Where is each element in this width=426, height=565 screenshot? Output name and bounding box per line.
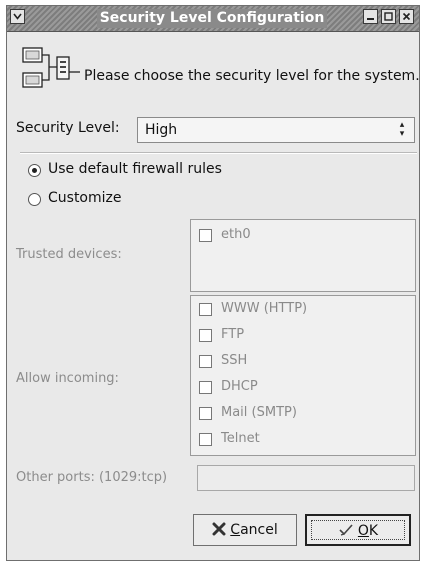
combo-arrow-icon[interactable]: ▴ ▾ xyxy=(394,121,410,139)
radio-default-label: Use default firewall rules xyxy=(48,161,222,177)
checkmark-icon xyxy=(339,524,353,536)
checkbox-ftp[interactable] xyxy=(199,329,212,342)
close-button[interactable] xyxy=(399,9,414,24)
maximize-button[interactable] xyxy=(381,9,396,24)
checkbox-telnet[interactable] xyxy=(199,433,212,446)
ok-mnemonic: O xyxy=(357,523,369,539)
other-ports-input[interactable] xyxy=(197,465,415,491)
checkbox-eth0[interactable] xyxy=(199,229,212,242)
checkbox-http[interactable] xyxy=(199,303,212,316)
ok-button[interactable]: OK xyxy=(305,514,411,546)
cancel-button[interactable]: Cancel xyxy=(193,514,297,546)
cancel-icon xyxy=(212,522,226,536)
maximize-icon xyxy=(384,12,393,21)
checkbox-dhcp[interactable] xyxy=(199,381,212,394)
checkbox-ssh[interactable] xyxy=(199,355,212,368)
window-title: Security Level Configuration xyxy=(97,9,327,28)
radio-button-customize[interactable] xyxy=(28,193,41,206)
header-text: Please choose the security level for the… xyxy=(84,68,420,84)
window-menu-button[interactable] xyxy=(10,9,25,24)
list-item-label: Mail (SMTP) xyxy=(221,405,297,420)
checkbox-smtp[interactable] xyxy=(199,407,212,420)
other-ports-label: Other ports: (1029:tcp) xyxy=(16,470,168,485)
network-firewall-icon xyxy=(22,47,80,88)
trusted-devices-list[interactable]: eth0 xyxy=(190,219,416,292)
chevron-down-icon xyxy=(13,13,22,20)
minimize-icon xyxy=(367,18,374,20)
cancel-mnemonic: C xyxy=(230,522,241,538)
title-bar[interactable]: Security Level Configuration xyxy=(7,6,419,32)
close-icon xyxy=(402,12,411,21)
ok-button-content: OK xyxy=(307,516,409,544)
trusted-devices-label: Trusted devices: xyxy=(16,247,122,262)
security-level-dialog: Security Level Configuration Please choo… xyxy=(6,5,420,561)
separator xyxy=(20,152,417,154)
cancel-button-content: Cancel xyxy=(194,515,296,545)
security-level-select[interactable]: High ▴ ▾ xyxy=(137,117,415,143)
radio-button-default[interactable] xyxy=(28,164,41,177)
list-item-label: DHCP xyxy=(221,379,258,394)
list-item-label: eth0 xyxy=(221,227,251,242)
ok-label-rest: K xyxy=(368,523,379,539)
list-item-label: FTP xyxy=(221,327,245,342)
allow-incoming-label: Allow incoming: xyxy=(16,371,119,386)
security-level-value: High xyxy=(145,122,178,138)
list-item-label: WWW (HTTP) xyxy=(221,301,308,316)
list-item-label: SSH xyxy=(221,353,248,368)
security-level-label: Security Level: xyxy=(16,120,120,136)
dialog-header: Please choose the security level for the… xyxy=(22,47,420,89)
cancel-label-rest: ancel xyxy=(240,522,278,538)
radio-customize-label: Customize xyxy=(48,190,122,206)
allow-incoming-list[interactable]: WWW (HTTP) FTP SSH DHCP Mail (SMTP) Teln… xyxy=(190,295,416,456)
minimize-button[interactable] xyxy=(363,9,378,24)
list-item-label: Telnet xyxy=(221,431,260,446)
